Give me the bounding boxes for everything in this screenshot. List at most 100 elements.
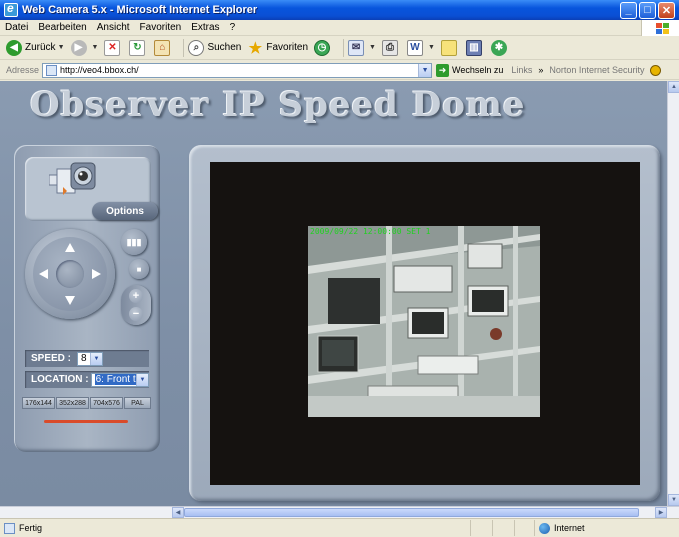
back-button[interactable]: ◀ Zurück ▼ [6, 39, 65, 56]
toolbar-separator [343, 38, 345, 57]
norton-icon[interactable] [650, 64, 662, 76]
title-bar: Web Camera 5.x - Microsoft Internet Expl… [0, 0, 679, 20]
chevron-down-icon[interactable]: ▼ [369, 44, 376, 51]
close-button[interactable]: ✕ [658, 1, 675, 19]
forward-button[interactable]: ▶ ▼ [70, 39, 99, 56]
address-label: Adresse [6, 65, 40, 75]
camera-caption: 2009/09/22 12:00:00 SET 1 [310, 227, 431, 236]
address-bar: Adresse http://veo4.bbox.ch/ ▼ ➜ Wechsel… [0, 61, 679, 80]
search-button[interactable]: ⌕ Suchen [188, 39, 242, 56]
status-indicator-bar [44, 420, 128, 423]
window-title: Web Camera 5.x - Microsoft Internet Expl… [22, 4, 258, 16]
ie-icon [4, 1, 18, 17]
search-label: Suchen [207, 42, 242, 53]
pan-right-arrow-icon[interactable] [92, 269, 101, 279]
menu-bar: Datei Bearbeiten Ansicht Favoriten Extra… [0, 20, 679, 36]
menu-extras[interactable]: Extras [186, 22, 224, 33]
norton-label[interactable]: Norton Internet Security [549, 65, 644, 75]
scroll-right-arrow-icon[interactable]: ▶ [655, 507, 667, 518]
scroll-up-arrow-icon[interactable]: ▲ [668, 81, 679, 93]
links-label[interactable]: Links [511, 65, 532, 75]
security-zone[interactable]: Internet [534, 520, 585, 536]
camera-icon [49, 162, 96, 195]
messenger-button[interactable]: ✱ [490, 39, 510, 56]
stop-icon: ✕ [104, 39, 121, 56]
menu-ansicht[interactable]: Ansicht [92, 22, 135, 33]
stop-ptz-button[interactable]: ■ [129, 259, 149, 279]
camera-feed-image [308, 226, 540, 417]
discuss-button[interactable] [440, 39, 460, 56]
status-separator [514, 520, 515, 536]
links-chevron-icon[interactable]: » [538, 65, 543, 75]
zoom-out-button[interactable]: − [129, 307, 143, 321]
chevron-down-icon[interactable]: ▼ [58, 44, 65, 51]
research-button[interactable]: ▥ [465, 39, 485, 56]
pan-down-arrow-icon[interactable] [65, 296, 75, 305]
note-icon [440, 39, 457, 56]
windows-logo-icon [641, 20, 679, 36]
zoom-in-button[interactable]: + [129, 289, 143, 303]
menu-bearbeiten[interactable]: Bearbeiten [33, 22, 91, 33]
resolution-176-button[interactable]: 176x144 [22, 397, 55, 409]
speed-value: 8 [81, 353, 87, 364]
location-select[interactable]: 6: Front tief ▼ [90, 372, 149, 387]
address-input[interactable]: http://veo4.bbox.ch/ ▼ [42, 62, 433, 78]
edit-button[interactable]: W ▼ [406, 39, 435, 56]
address-dropdown-icon[interactable]: ▼ [418, 63, 432, 77]
home-button[interactable]: ⌂ [154, 39, 173, 56]
chevron-down-icon[interactable]: ▼ [90, 352, 103, 365]
pan-left-arrow-icon[interactable] [39, 269, 48, 279]
scroll-left-arrow-icon[interactable]: ◀ [172, 507, 184, 518]
resolution-buttons: 176x144 352x288 704x576 PAL [22, 397, 152, 409]
back-arrow-icon: ◀ [6, 39, 22, 56]
menu-help[interactable]: ? [225, 22, 241, 33]
chevron-down-icon[interactable]: ▼ [428, 44, 435, 51]
page-icon [46, 64, 58, 76]
chevron-down-icon[interactable]: ▼ [92, 44, 99, 51]
zone-label: Internet [554, 523, 585, 533]
speed-row: SPEED : 8 ▼ [25, 350, 149, 367]
pal-button[interactable]: PAL [124, 397, 151, 409]
messenger-icon: ✱ [490, 39, 507, 56]
books-icon: ▥ [465, 39, 482, 56]
history-icon: ◷ [314, 39, 331, 56]
scroll-down-arrow-icon[interactable]: ▼ [668, 494, 679, 506]
dpad-center-button[interactable] [56, 260, 84, 288]
stop-button[interactable]: ✕ [104, 39, 123, 56]
resolution-704-button[interactable]: 704x576 [90, 397, 123, 409]
status-bar: Fertig Internet [0, 518, 679, 537]
forward-arrow-icon: ▶ [70, 39, 87, 56]
speed-select[interactable]: 8 ▼ [77, 351, 104, 366]
star-icon: ★ [248, 39, 263, 57]
menu-favoriten[interactable]: Favoriten [135, 22, 187, 33]
iris-button[interactable]: ▮▮▮ [121, 229, 147, 255]
vertical-scrollbar[interactable]: ▲ ▼ [667, 81, 679, 506]
maximize-button[interactable]: □ [639, 1, 656, 19]
refresh-button[interactable]: ↻ [129, 39, 148, 56]
print-button[interactable]: ⎙ [381, 39, 401, 56]
resolution-352-button[interactable]: 352x288 [56, 397, 89, 409]
horizontal-scrollbar[interactable]: ◀ ▶ [0, 506, 679, 518]
options-button[interactable]: Options [92, 202, 158, 220]
minimize-button[interactable]: _ [620, 1, 637, 19]
mail-button[interactable]: ✉ ▼ [348, 39, 376, 56]
go-arrow-icon: ➜ [436, 63, 450, 77]
zoom-control: + − [121, 285, 151, 325]
status-text: Fertig [19, 523, 43, 533]
search-icon: ⌕ [188, 39, 205, 56]
scrollbar-thumb[interactable] [184, 508, 639, 517]
speed-label: SPEED : [31, 353, 72, 364]
favorites-button[interactable]: ★ Favoriten [247, 39, 308, 57]
menu-datei[interactable]: Datei [0, 22, 33, 33]
word-icon: W [406, 39, 423, 56]
camera-feed[interactable]: 2009/09/22 12:00:00 SET 1 [308, 226, 540, 417]
history-button[interactable]: ◷ [314, 39, 333, 56]
address-url[interactable]: http://veo4.bbox.ch/ [60, 65, 139, 75]
go-button[interactable]: ➜ Wechseln zu [436, 63, 504, 77]
control-panel: Options ▮▮▮ ■ + − SPEED : 8 ▼ LOCATION:… [14, 145, 160, 452]
go-label: Wechseln zu [452, 65, 504, 75]
video-viewport: 2009/09/22 12:00:00 SET 1 [210, 162, 640, 485]
chevron-down-icon[interactable]: ▼ [136, 373, 148, 386]
location-label: LOCATION : [31, 374, 89, 385]
pan-up-arrow-icon[interactable] [65, 243, 75, 252]
